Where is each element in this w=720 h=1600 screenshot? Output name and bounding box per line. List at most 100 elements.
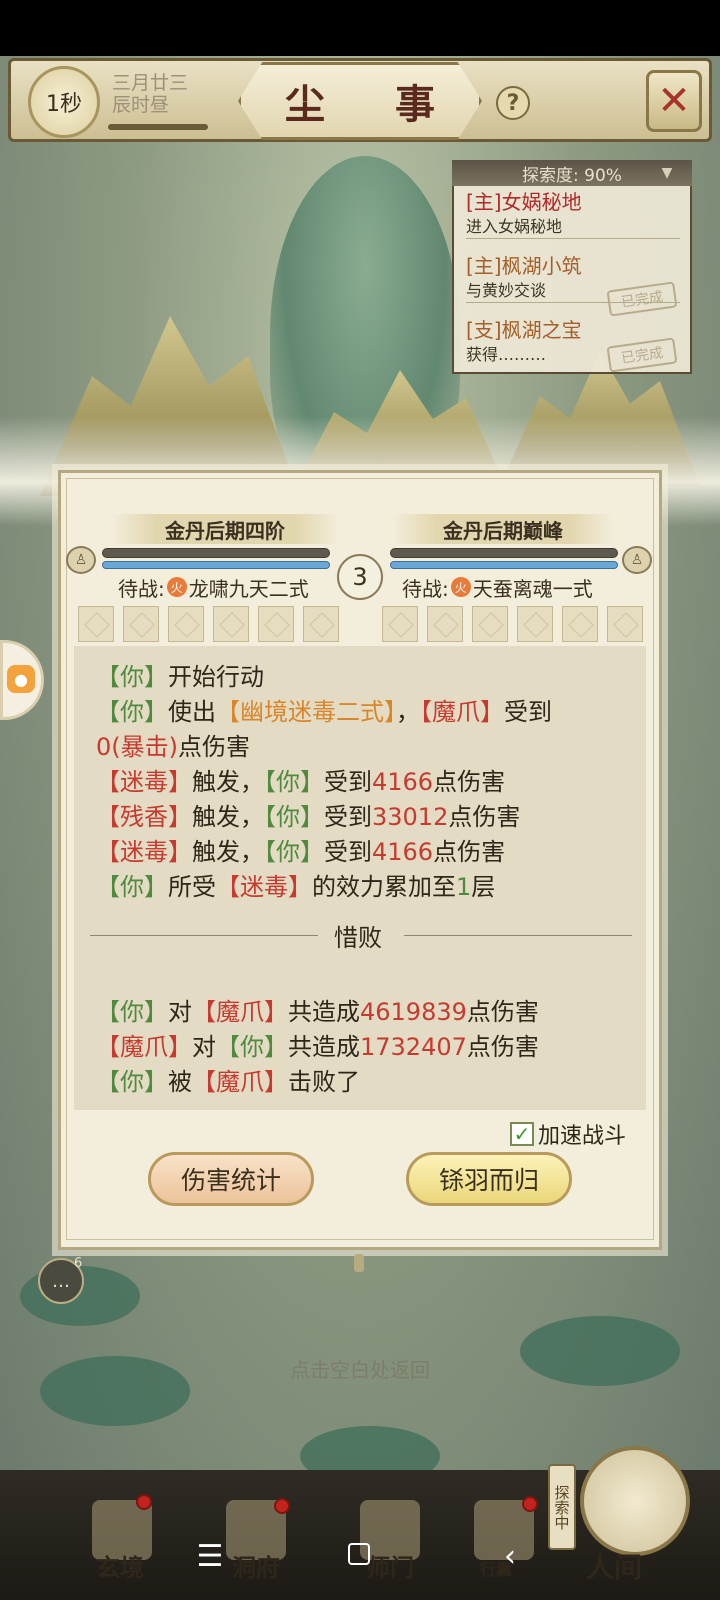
pending-label: 待战: xyxy=(402,576,449,601)
pending-label: 待战: xyxy=(118,576,165,601)
back-icon[interactable]: ‹ xyxy=(490,1536,530,1576)
summary-line: 【你】对【魔爪】共造成4619839点伤害 xyxy=(96,995,539,1029)
menu-icon[interactable]: ☰ xyxy=(190,1536,230,1576)
log-text: 所受 xyxy=(168,873,216,901)
log-damage: 0(暴击) xyxy=(96,733,178,761)
log-text: 触发， xyxy=(192,838,264,866)
chevron-down-icon[interactable]: ▼ xyxy=(652,160,682,186)
log-line: 【你】使出【幽境迷毒二式】，【魔爪】受到 xyxy=(96,695,552,729)
log-you: 【你】 xyxy=(264,838,324,866)
log-you: 【你】 xyxy=(96,1068,168,1096)
log-text: 点伤害 xyxy=(433,838,506,866)
enemy-hp-bar xyxy=(390,548,618,558)
enemy-pending-skill: 待战: 火 天蚕离魂一式 xyxy=(402,574,593,601)
date-line: 三月廿三 xyxy=(112,72,189,94)
log-enemy: 【魔爪】 xyxy=(420,698,504,726)
enemy-buff-slot xyxy=(607,606,643,642)
log-damage: 4619839 xyxy=(360,998,467,1026)
notification-dot xyxy=(136,1494,152,1510)
log-text: 触发， xyxy=(192,768,264,796)
log-enemy: 【魔爪】 xyxy=(192,998,288,1026)
log-you: 【你】 xyxy=(96,698,168,726)
speed-label: 加速战斗 xyxy=(538,1124,627,1149)
log-line: 【迷毒】触发，【你】受到4166点伤害 xyxy=(96,765,505,799)
player-buff-slot xyxy=(78,606,114,642)
log-text: ， xyxy=(396,698,420,726)
log-effect: 【迷毒】 xyxy=(96,838,192,866)
player-buff-slot xyxy=(303,606,339,642)
log-enemy: 【魔爪】 xyxy=(96,1033,192,1061)
log-damage: 4166 xyxy=(372,768,434,796)
enemy-buff-slot xyxy=(517,606,553,642)
enemy-mp-bar xyxy=(390,561,618,569)
player-avatar-icon[interactable]: ♙ xyxy=(66,546,96,574)
fire-element-icon: 火 xyxy=(450,577,471,597)
close-icon: ✕ xyxy=(657,78,691,124)
log-you: 【你】 xyxy=(96,873,168,901)
log-damage: 1732407 xyxy=(360,1033,467,1061)
quest-title: [主]女娲秘地 xyxy=(466,190,582,214)
log-line: 0(暴击)点伤害 xyxy=(96,730,250,764)
skill-name: 天蚕离魂一式 xyxy=(472,576,593,601)
enemy-avatar-icon[interactable]: ♙ xyxy=(622,546,652,574)
log-text: 点伤害 xyxy=(466,998,539,1026)
title-plaque: 尘 事 xyxy=(238,62,482,140)
help-button[interactable]: ? xyxy=(496,86,530,120)
log-damage: 33012 xyxy=(372,803,449,831)
player-buff-slot xyxy=(258,606,294,642)
status-strip xyxy=(0,0,720,56)
date-display: 三月廿三 辰时昼 xyxy=(112,72,188,116)
round-counter: 3 xyxy=(337,554,383,600)
quest-item[interactable]: [主]女娲秘地 进入女娲秘地 xyxy=(466,188,680,239)
retreat-button[interactable]: 铩羽而归 xyxy=(406,1152,572,1206)
log-text: 被 xyxy=(168,1068,192,1096)
log-effect: 【迷毒】 xyxy=(96,768,192,796)
fire-element-icon: 火 xyxy=(166,577,187,597)
log-text: 点伤害 xyxy=(178,733,250,761)
panel-pin xyxy=(354,1254,364,1272)
enemy-buff-slot xyxy=(427,606,463,642)
log-text: 点伤害 xyxy=(448,803,521,831)
damage-stats-button[interactable]: 伤害统计 xyxy=(148,1152,314,1206)
log-text: 共造成 xyxy=(288,998,360,1026)
player-buff-slot xyxy=(123,606,159,642)
log-effect: 【迷毒】 xyxy=(216,873,312,901)
player-mp-bar xyxy=(102,561,330,569)
log-text: 受到 xyxy=(324,768,372,796)
log-you: 【你】 xyxy=(96,663,168,691)
enemy-buff-slot xyxy=(472,606,508,642)
date-progress-bar xyxy=(108,124,208,130)
log-you: 【你】 xyxy=(216,1033,288,1061)
player-buff-slot xyxy=(168,606,204,642)
speed-battle-toggle[interactable]: ✓ 加速战斗 xyxy=(510,1118,626,1150)
tap-to-return-hint[interactable]: 点击空白处返回 xyxy=(0,1354,720,1383)
close-button[interactable]: ✕ xyxy=(646,70,702,132)
skill-name: 龙啸九天二式 xyxy=(188,576,309,601)
battle-result: 惜败 xyxy=(334,924,382,952)
home-icon[interactable] xyxy=(348,1543,370,1565)
log-text: 开始行动 xyxy=(168,663,264,691)
divider xyxy=(404,935,632,936)
log-text: 对 xyxy=(192,1033,216,1061)
enemy-buff-slot xyxy=(382,606,418,642)
log-line: 【你】所受【迷毒】的效力累加至1层 xyxy=(96,870,495,904)
player-pending-skill: 待战: 火 龙啸九天二式 xyxy=(118,574,309,601)
enemy-rank: 金丹后期巅峰 xyxy=(392,514,614,544)
checkbox-icon[interactable]: ✓ xyxy=(510,1122,534,1146)
chat-count: 6 xyxy=(74,1256,83,1271)
quest-title: [主]枫湖小筑 xyxy=(466,254,582,278)
log-you: 【你】 xyxy=(96,998,168,1026)
log-text: 使出 xyxy=(168,698,216,726)
log-text: 受到 xyxy=(504,698,552,726)
notification-dot xyxy=(522,1496,538,1512)
log-text: 击败了 xyxy=(288,1068,360,1096)
log-line: 【你】开始行动 xyxy=(96,660,264,694)
log-text: 触发， xyxy=(192,803,264,831)
time-period: 辰时昼 xyxy=(112,94,170,116)
log-skill: 【幽境迷毒二式】 xyxy=(216,698,396,726)
log-stack: 1 xyxy=(456,873,472,901)
log-line: 【残香】触发，【你】受到33012点伤害 xyxy=(96,800,520,834)
page-title: 尘 事 xyxy=(285,81,463,128)
gamepad-icon: ● xyxy=(7,665,35,693)
notification-dot xyxy=(274,1498,290,1514)
